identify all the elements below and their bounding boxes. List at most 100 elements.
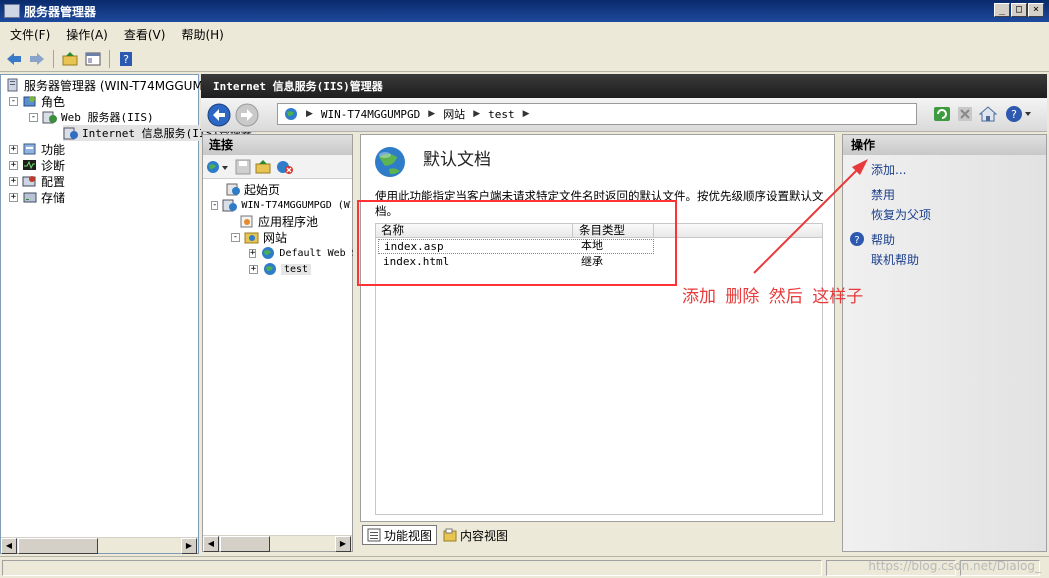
status-panel [2, 560, 822, 576]
minimize-button[interactable]: _ [994, 3, 1010, 17]
roles-icon [23, 96, 36, 107]
tree-label: 角色 [41, 94, 66, 109]
svg-text:?: ? [1011, 108, 1017, 121]
tree-item-diagnostics[interactable]: + 诊断 [9, 157, 65, 173]
iis-manager-icon [63, 127, 78, 140]
collapse-toggle[interactable]: - [9, 96, 18, 106]
up-folder-button[interactable] [60, 49, 80, 69]
forward-nav-button[interactable] [235, 103, 259, 127]
scroll-thumb[interactable] [220, 536, 270, 552]
breadcrumb-test[interactable]: test [488, 108, 515, 121]
breadcrumb-server[interactable]: WIN-T74MGGUMPGD [321, 108, 420, 121]
chevron-right-icon: ▶ [306, 109, 313, 119]
conn-item-default-site[interactable]: + Default Web Site [249, 245, 353, 261]
tree-item-server-manager[interactable]: 服务器管理器 (WIN-T74MGGUMPGD) [5, 77, 233, 93]
annotation-highlight-box [357, 200, 677, 286]
expand-toggle[interactable]: + [249, 264, 258, 274]
toolbar-separator [53, 49, 54, 68]
stop-icon[interactable] [957, 106, 973, 122]
window-title: 服务器管理器 [24, 4, 97, 19]
iis-manager-header: Internet 信息服务(IIS)管理器 [201, 74, 1047, 98]
expand-toggle[interactable]: + [9, 192, 18, 202]
web-server-icon [42, 111, 57, 124]
back-nav-button[interactable] [207, 103, 231, 127]
status-bar: https://blog.csdn.net/Dialog_ [0, 556, 1049, 578]
tree-item-features[interactable]: + 功能 [9, 141, 65, 157]
menu-view[interactable]: 查看(V) [118, 24, 176, 45]
tree-item-web-server[interactable]: - Web 服务器(IIS) [29, 109, 154, 125]
collapse-toggle[interactable]: - [29, 112, 38, 122]
menu-action[interactable]: 操作(A) [60, 24, 118, 45]
scroll-left-arrow[interactable]: ◀ [203, 536, 219, 552]
globe-icon [264, 263, 276, 275]
connections-title: 连接 [203, 135, 352, 155]
close-button[interactable]: × [1028, 3, 1044, 17]
console-tree-icon [85, 52, 101, 65]
conn-item-server[interactable]: - WIN-T74MGGUMPGD (WIN-T74MGGUMPGD\Admin… [211, 197, 351, 213]
tree-item-storage[interactable]: + 存储 [9, 189, 65, 205]
features-view-icon [367, 528, 381, 542]
content-view-icon [443, 528, 457, 542]
expand-toggle[interactable]: + [9, 144, 18, 154]
chevron-right-icon: ▶ [473, 109, 481, 119]
forward-button[interactable] [27, 49, 47, 69]
expand-toggle[interactable]: + [249, 248, 257, 258]
forward-arrow-icon [30, 52, 44, 65]
home-icon[interactable] [979, 105, 997, 123]
help-dropdown-icon[interactable]: ? [1005, 105, 1035, 123]
conn-item-app-pools[interactable]: 应用程序池 [239, 213, 318, 229]
scroll-right-arrow[interactable]: ▶ [335, 536, 351, 552]
connections-horizontal-scrollbar[interactable]: ◀ ▶ [203, 535, 352, 552]
collapse-toggle[interactable]: - [231, 232, 240, 242]
expand-toggle[interactable]: + [9, 176, 18, 186]
show-hide-tree-button[interactable] [83, 49, 103, 69]
expand-toggle[interactable]: + [9, 160, 18, 170]
tree-label: 网站 [263, 230, 288, 245]
server-icon [7, 78, 18, 92]
tab-content-view[interactable]: 内容视图 [439, 525, 512, 545]
help-button[interactable]: ? [116, 49, 136, 69]
tree-item-configuration[interactable]: + 配置 [9, 173, 65, 189]
action-revert-to-parent[interactable]: 恢复为父项 [871, 206, 931, 223]
conn-item-test-site[interactable]: + test [249, 261, 312, 277]
storage-icon [23, 192, 37, 203]
connect-globe-icon[interactable] [205, 159, 231, 175]
default-document-globe-icon [375, 147, 405, 177]
menu-help[interactable]: 帮助(H) [175, 24, 233, 45]
conn-item-sites[interactable]: - 网站 [231, 229, 287, 245]
save-icon[interactable] [235, 159, 251, 175]
tab-label: 功能视图 [384, 528, 433, 543]
iis-header-title: Internet 信息服务(IIS)管理器 [213, 80, 383, 93]
folder-up-icon [62, 51, 78, 65]
address-breadcrumb[interactable]: ▶ WIN-T74MGGUMPGD ▶ 网站 ▶ test ▶ [277, 103, 917, 125]
back-button[interactable] [4, 49, 24, 69]
disconnect-icon[interactable] [275, 159, 295, 175]
menu-file[interactable]: 文件(F) [4, 24, 60, 45]
collapse-toggle[interactable]: - [211, 200, 219, 210]
connections-pane: 连接 起始页 - WIN-T74MGGUMPGD (WIN-T74MGGUMPG… [202, 134, 353, 552]
configuration-icon [22, 176, 36, 187]
tab-features-view[interactable]: 功能视图 [362, 525, 438, 545]
server-manager-icon [4, 4, 20, 18]
globe-icon [285, 108, 297, 120]
scroll-thumb[interactable] [18, 538, 98, 554]
start-page-icon [226, 183, 240, 196]
tree-label: 应用程序池 [258, 214, 319, 229]
conn-item-start-page[interactable]: 起始页 [225, 181, 280, 197]
tree-label: 起始页 [244, 182, 281, 197]
tree-label: WIN-T74MGGUMPGD (WIN-T74MGGUMPGD\Adminis… [241, 199, 351, 211]
tree-label: 功能 [41, 142, 66, 157]
maximize-button[interactable]: □ [1011, 3, 1027, 17]
scroll-right-arrow[interactable]: ▶ [181, 538, 197, 554]
tree-item-roles[interactable]: - 角色 [9, 93, 65, 109]
actions-title: 操作 [843, 135, 1046, 155]
scroll-left-arrow[interactable]: ◀ [1, 538, 17, 554]
folder-up-icon[interactable] [255, 159, 271, 175]
tree-horizontal-scrollbar[interactable]: ◀ ▶ [1, 537, 198, 554]
toolbar-separator [109, 49, 110, 68]
annotation-text: 添加 删除 然后 这样子 [682, 287, 864, 307]
chevron-right-icon: ▶ [428, 109, 436, 119]
breadcrumb-sites[interactable]: 网站 [443, 106, 465, 122]
refresh-icon[interactable] [933, 106, 951, 122]
view-tabs: 功能视图 内容视图 [362, 525, 512, 547]
